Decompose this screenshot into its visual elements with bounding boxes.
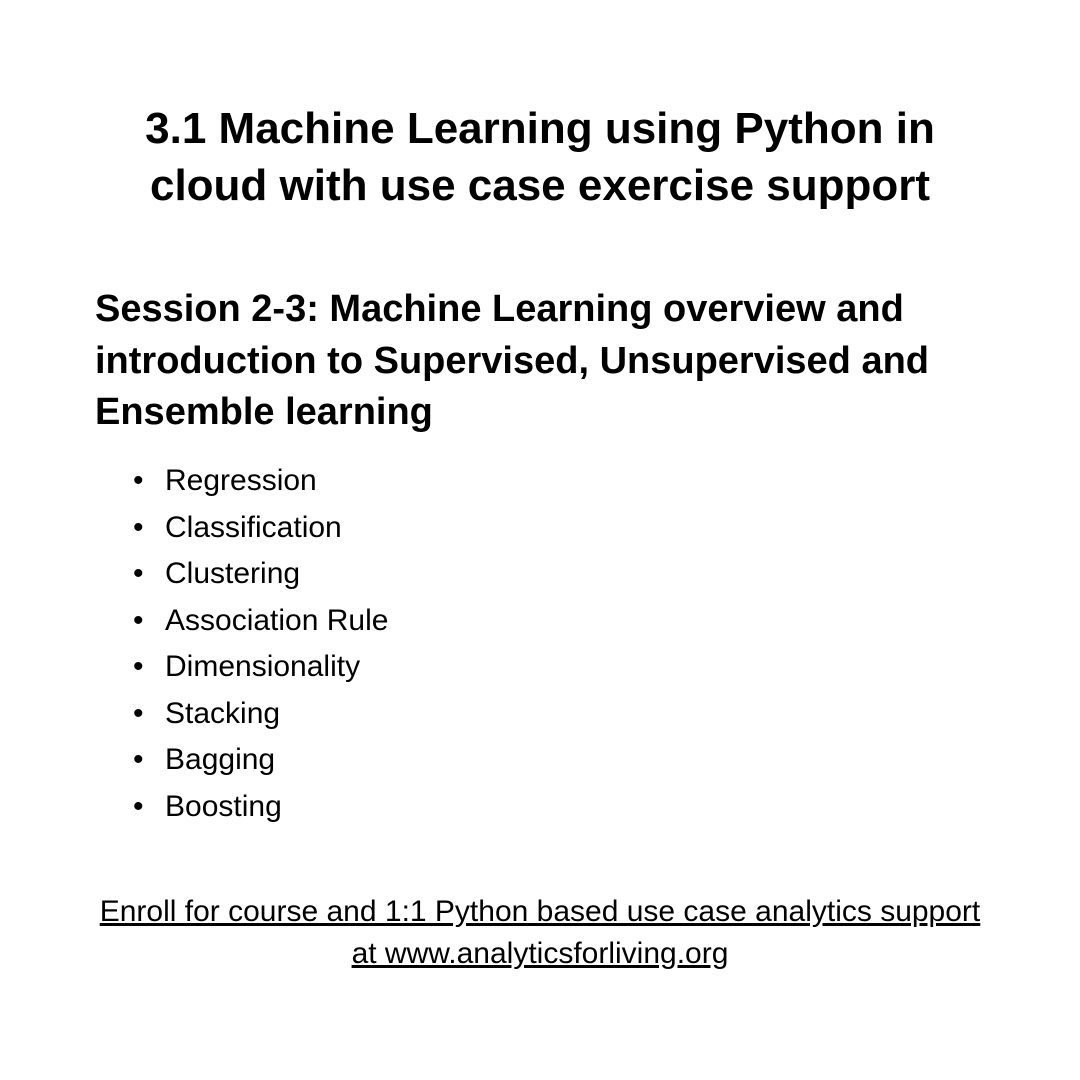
list-item: Dimensionality	[165, 644, 985, 691]
list-item: Regression	[165, 458, 985, 505]
page-title: 3.1 Machine Learning using Python in clo…	[95, 100, 985, 214]
list-item: Boosting	[165, 784, 985, 831]
topic-list: Regression Classification Clustering Ass…	[95, 458, 985, 830]
list-item: Clustering	[165, 551, 985, 598]
list-item: Classification	[165, 505, 985, 552]
list-item: Bagging	[165, 737, 985, 784]
session-heading: Session 2-3: Machine Learning overview a…	[95, 284, 985, 438]
enroll-link[interactable]: Enroll for course and 1:1 Python based u…	[95, 891, 985, 975]
list-item: Association Rule	[165, 598, 985, 645]
list-item: Stacking	[165, 691, 985, 738]
